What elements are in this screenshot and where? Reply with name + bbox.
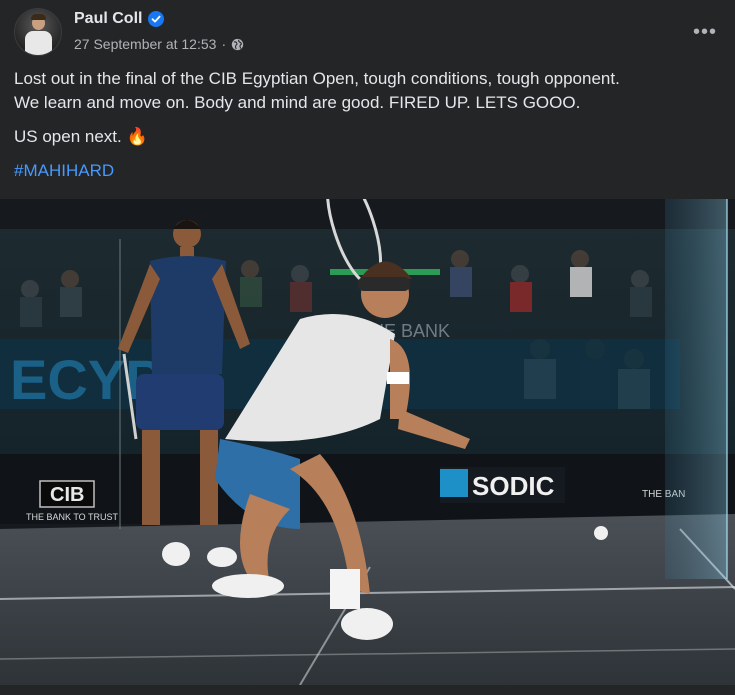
post-text-line-2: We learn and move on. Body and mind are … (14, 93, 581, 112)
post-header: Paul Coll 27 September at 12:53 · ••• (12, 8, 723, 58)
post-paragraph-1: Lost out in the final of the CIB Egyptia… (14, 67, 714, 115)
meta-separator: · (221, 36, 227, 52)
avatar-hair (31, 14, 46, 20)
author-row: Paul Coll (74, 10, 165, 28)
post-text-line-1: Lost out in the final of the CIB Egyptia… (14, 69, 620, 88)
post-timestamp[interactable]: 27 September at 12:53 (74, 36, 216, 52)
verified-badge-icon (148, 11, 165, 27)
avatar-torso (25, 31, 52, 55)
post-meta: 27 September at 12:53 · (74, 36, 244, 52)
fire-emoji-icon: 🔥 (126, 127, 148, 146)
sponsor-left-tag: THE BANK TO TRUST (26, 512, 119, 522)
sponsor-left: CIB (50, 484, 84, 506)
squash-ball (594, 526, 608, 540)
post-body: Lost out in the final of the CIB Egyptia… (14, 67, 714, 193)
more-options-icon[interactable]: ••• (687, 14, 723, 50)
post-paragraph-2: US open next. 🔥 (14, 125, 714, 149)
post-photo[interactable]: ECYPT THE BANK SODIC CIB THE BANK TO TRU… (0, 199, 735, 685)
squash-match-photo: ECYPT THE BANK SODIC CIB THE BANK TO TRU… (0, 199, 735, 685)
author-avatar[interactable] (14, 8, 62, 56)
globe-icon[interactable] (231, 38, 244, 51)
sponsor-center: SODIC (472, 471, 555, 501)
author-name[interactable]: Paul Coll (74, 10, 142, 28)
facebook-post: Paul Coll 27 September at 12:53 · ••• Lo… (0, 0, 735, 695)
post-text-line-3: US open next. (14, 127, 122, 146)
post-paragraph-3: #MAHIHARD (14, 159, 714, 183)
hashtag-link[interactable]: #MAHIHARD (14, 161, 114, 180)
